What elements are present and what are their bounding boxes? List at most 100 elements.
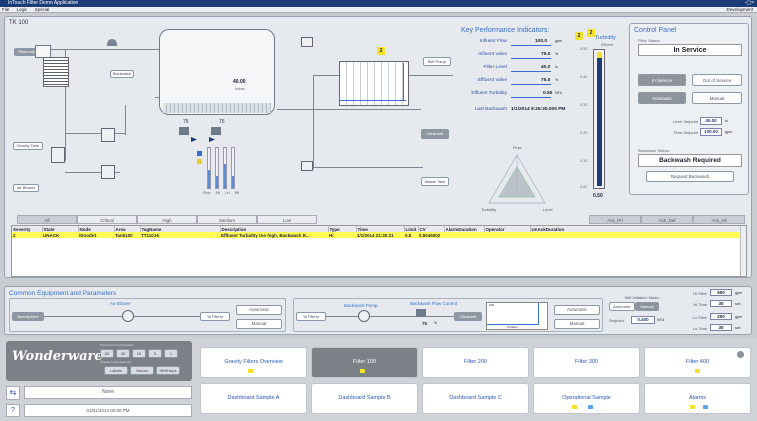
pump-icon[interactable] bbox=[101, 128, 115, 142]
alarm-badge[interactable]: 2 bbox=[377, 47, 385, 55]
to-filters-label[interactable]: To Filters bbox=[200, 312, 230, 321]
effluent-valve-bar bbox=[231, 147, 235, 189]
nav-gravity-filters-overview[interactable]: Gravity Filters Overview bbox=[200, 347, 307, 378]
tab-all[interactable]: All bbox=[17, 215, 77, 224]
bw-init-automatic-button[interactable]: Automatic bbox=[609, 302, 635, 311]
menu-development[interactable]: Development bbox=[726, 7, 753, 13]
nav-operational-sample[interactable]: Operational Sample bbox=[533, 383, 640, 414]
valve-icon[interactable] bbox=[107, 39, 117, 46]
values-button[interactable]: Values bbox=[130, 366, 154, 375]
setpoint-label: Setpoint bbox=[609, 318, 624, 323]
menu-special[interactable]: Special bbox=[35, 7, 50, 12]
pump-icon[interactable] bbox=[358, 310, 370, 322]
alarm-indicator-icon bbox=[572, 405, 577, 409]
hi-time-unit: sec bbox=[735, 302, 741, 306]
nav-filter-200[interactable]: Filter 200 bbox=[422, 347, 529, 378]
valve-icon[interactable] bbox=[211, 127, 221, 135]
level-setpoint-input[interactable]: 40.00 bbox=[700, 117, 722, 125]
nav-dashboard-sample-a[interactable]: Dashboard Sample A bbox=[200, 383, 307, 414]
tab-ack-pri[interactable]: Ack_Pri bbox=[589, 215, 641, 224]
help-icon[interactable]: ? bbox=[6, 404, 20, 417]
backwash-label[interactable]: Backwash bbox=[110, 70, 134, 78]
nav-dashboard-sample-c[interactable]: Dashboard Sample C bbox=[422, 383, 529, 414]
tab-medium[interactable]: Medium bbox=[197, 215, 257, 224]
labels-button[interactable]: Labels bbox=[104, 366, 128, 375]
atmosphere-label[interactable]: Atmosphere bbox=[12, 312, 44, 321]
format-button[interactable]: 5 bbox=[148, 349, 162, 358]
setpoint-unit: NTU bbox=[657, 318, 665, 322]
air-automatic-button[interactable]: Automatic bbox=[236, 305, 282, 315]
lo-time-unit: sec bbox=[735, 326, 741, 330]
bw-valve-unit: % bbox=[434, 321, 438, 325]
user-icon[interactable]: ⇆ bbox=[6, 386, 20, 400]
hi-filter-input[interactable]: 500 bbox=[710, 289, 732, 296]
nav-alarms[interactable]: Alarms bbox=[644, 383, 751, 414]
format-button[interactable]: 15 bbox=[132, 349, 146, 358]
pipe bbox=[125, 105, 126, 135]
automatic-button[interactable]: Automatic bbox=[638, 92, 686, 104]
format-button[interactable]: 60 bbox=[100, 349, 114, 358]
bw-pump-label[interactable]: BW Pump bbox=[423, 57, 451, 66]
backwash-status-label: Backwash Status: bbox=[638, 148, 670, 153]
menu-file[interactable]: File bbox=[2, 7, 9, 12]
bw-automatic-button[interactable]: Automatic bbox=[554, 305, 600, 315]
setpoint-input[interactable]: 0.400 bbox=[631, 316, 655, 324]
format-button[interactable]: 1 bbox=[164, 349, 178, 358]
bw-manual-button[interactable]: Manual bbox=[554, 319, 600, 329]
bw-clearwell-label[interactable]: Clearwell bbox=[454, 312, 482, 321]
level-bar bbox=[223, 147, 227, 189]
window-controls[interactable]: -▢× bbox=[745, 0, 754, 7]
in-service-button[interactable]: In Service bbox=[638, 74, 686, 86]
col-limit[interactable]: Limit bbox=[404, 226, 419, 232]
cell: iDnode1 bbox=[78, 232, 114, 238]
clearwell-label[interactable]: Clearwell bbox=[421, 129, 449, 139]
lo-time-input[interactable]: 30 bbox=[710, 324, 732, 331]
bw-to-filters-label[interactable]: To Filters bbox=[296, 312, 326, 321]
format-button[interactable]: 30 bbox=[116, 349, 130, 358]
tab-critical[interactable]: Critical bbox=[77, 215, 137, 224]
tank-level-unit: inches bbox=[235, 87, 246, 91]
valve-icon[interactable] bbox=[179, 127, 189, 135]
air-blower-label[interactable]: Air Blower bbox=[13, 184, 39, 192]
flow-bar bbox=[207, 147, 211, 189]
blower-icon[interactable] bbox=[122, 310, 134, 322]
nav-filter-100[interactable]: Filter 100 bbox=[311, 347, 418, 378]
alarm-indicator-icon bbox=[690, 405, 695, 409]
filter-process-panel: TK 100 Reservoir Gravity Tank Air Blower… bbox=[4, 16, 752, 278]
bw-init-manual-button[interactable]: Manual bbox=[635, 302, 659, 311]
valve-icon[interactable] bbox=[416, 309, 426, 317]
out-of-service-button[interactable]: Out of Service bbox=[692, 74, 742, 86]
air-manual-button[interactable]: Manual bbox=[236, 319, 282, 329]
table-row[interactable]: 2 UNACK iDnode1 Tank100 TT110.Hi Effluen… bbox=[12, 232, 746, 238]
nav-filter-300[interactable]: Filter 300 bbox=[533, 347, 640, 378]
lo-filter-input[interactable]: 200 bbox=[710, 313, 732, 320]
nav-dashboard-sample-b[interactable]: Dashboard Sample B bbox=[311, 383, 418, 414]
menu-logic[interactable]: Logic bbox=[17, 7, 28, 12]
pipe bbox=[65, 133, 125, 134]
tab-high[interactable]: High bbox=[137, 215, 197, 224]
window-titlebar: InTouch Filter Demo Application -▢× bbox=[0, 0, 757, 7]
pump-icon[interactable] bbox=[301, 161, 313, 171]
pump-icon[interactable] bbox=[301, 37, 313, 47]
request-backwash-button[interactable]: Request Backwash bbox=[646, 171, 734, 182]
tab-low[interactable]: Low bbox=[257, 215, 317, 224]
menu-bar: File Logic Special Development bbox=[0, 7, 757, 13]
turbidity-tick: 0.50 bbox=[580, 47, 588, 51]
common-panel-title: Common Equipment and Parameters bbox=[9, 290, 117, 297]
turbidity-badge[interactable]: 2 bbox=[587, 29, 595, 37]
hi-time-input[interactable]: 30 bbox=[710, 300, 732, 307]
waste-tank-label[interactable]: Waste Tank bbox=[421, 177, 449, 186]
flow-setpoint-input[interactable]: 100.00 bbox=[700, 128, 722, 136]
hihihops-button[interactable]: HiHiHops bbox=[156, 366, 180, 375]
reservoir-tank bbox=[43, 57, 69, 87]
manual-button[interactable]: Manual bbox=[692, 92, 742, 104]
backwash-pump-group: Backwash Pump Backwash Flow Control To F… bbox=[293, 298, 603, 332]
gravity-tank-label[interactable]: Gravity Tank bbox=[13, 142, 43, 150]
tab-ack-all[interactable]: Ack_All bbox=[693, 215, 745, 224]
level-setpoint-label: Level Setpoint bbox=[672, 119, 698, 124]
pump-icon[interactable] bbox=[101, 165, 115, 179]
tab-ack-del[interactable]: Ack_Del bbox=[641, 215, 693, 224]
backwash-flow-control-title: Backwash Flow Control bbox=[410, 301, 458, 306]
nav-filter-400[interactable]: Filter 400 bbox=[644, 347, 751, 378]
alarm-scrollbar[interactable] bbox=[740, 226, 746, 276]
